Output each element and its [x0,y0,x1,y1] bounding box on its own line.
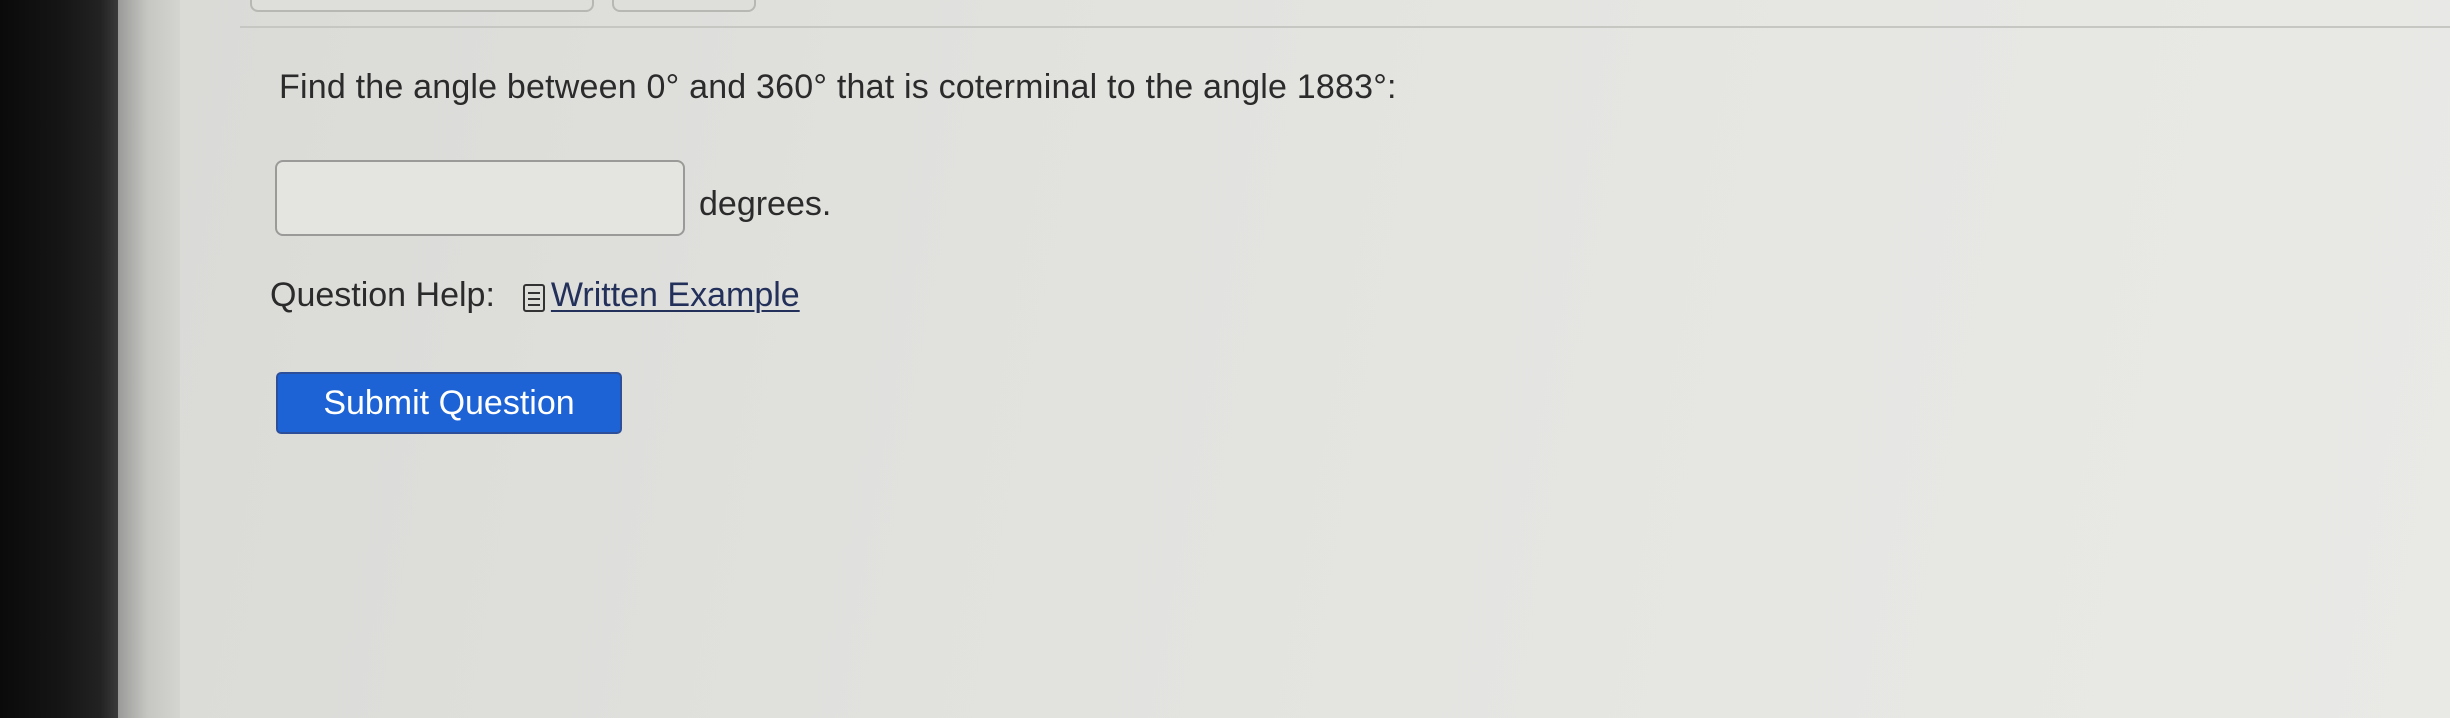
question-help: Question Help: Written Example [270,276,800,315]
top-tab-left [250,0,594,12]
written-example-link[interactable]: Written Example [551,276,800,315]
screen-edge [118,0,180,718]
question-text: Find the angle between 0° and 360° that … [279,68,1397,106]
question-help-label: Question Help: [270,276,495,314]
monitor-bezel [0,0,118,718]
document-icon[interactable] [522,283,545,312]
question-page: Find the angle between 0° and 360° that … [180,0,2450,718]
submit-question-button[interactable]: Submit Question [276,372,622,434]
answer-input[interactable] [275,160,685,236]
answer-units: degrees. [699,184,832,223]
top-divider [240,26,2450,28]
top-tab-right [612,0,756,12]
answer-row: degrees. [275,160,831,236]
